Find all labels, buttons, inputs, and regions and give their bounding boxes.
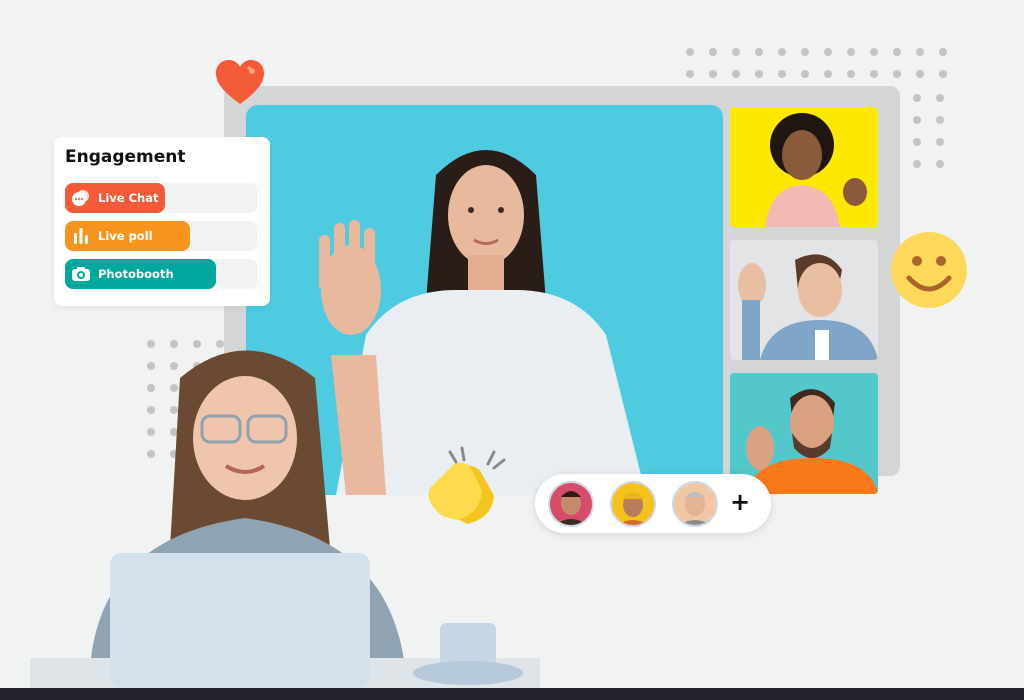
- decorative-dot: [755, 48, 763, 56]
- engagement-title: Engagement: [65, 147, 186, 167]
- smiley-icon: [891, 232, 967, 308]
- decorative-dot: [913, 116, 921, 124]
- decorative-dot: [893, 48, 901, 56]
- decorative-dot: [913, 160, 921, 168]
- live-poll-bar[interactable]: Live poll: [65, 221, 191, 251]
- engagement-item-live-poll[interactable]: Live poll: [65, 221, 258, 251]
- participant-1-figure: [765, 113, 867, 227]
- engagement-item-live-chat[interactable]: Live Chat: [65, 183, 258, 213]
- photobooth-label: Photobooth: [98, 267, 174, 281]
- decorative-dot: [936, 160, 944, 168]
- decorative-dot: [732, 48, 740, 56]
- decorative-dot: [936, 138, 944, 146]
- decorative-dot: [870, 48, 878, 56]
- decorative-dot: [847, 48, 855, 56]
- participant-tile-1[interactable]: [730, 107, 878, 227]
- engagement-item-photobooth[interactable]: Photobooth: [65, 259, 258, 289]
- heart-icon: [214, 58, 266, 106]
- engagement-card: Engagement Live Chat Live poll Photoboot…: [54, 137, 270, 306]
- decorative-dot: [939, 48, 947, 56]
- decorative-dot: [801, 48, 809, 56]
- decorative-dot: [778, 70, 786, 78]
- more-participants-button[interactable]: +: [730, 488, 750, 516]
- clapping-hands-icon: [422, 446, 512, 530]
- dot-grid-right: [913, 94, 959, 168]
- decorative-dot: [847, 70, 855, 78]
- decorative-dot: [824, 70, 832, 78]
- bottom-bar: [0, 688, 1024, 700]
- decorative-dot: [870, 70, 878, 78]
- participant-tile-2[interactable]: [730, 240, 878, 360]
- decorative-dot: [913, 94, 921, 102]
- decorative-dot: [939, 70, 947, 78]
- participant-avatar-1[interactable]: [548, 481, 594, 527]
- participants-bar: +: [535, 474, 771, 533]
- decorative-dot: [916, 48, 924, 56]
- bar-chart-icon: [71, 226, 91, 246]
- decorative-dot: [801, 70, 809, 78]
- decorative-dot: [893, 70, 901, 78]
- decorative-dot: [936, 116, 944, 124]
- decorative-dot: [916, 70, 924, 78]
- decorative-dot: [686, 70, 694, 78]
- camera-icon: [71, 264, 91, 284]
- participant-avatar-3[interactable]: [672, 481, 718, 527]
- live-poll-label: Live poll: [98, 229, 153, 243]
- decorative-dot: [732, 70, 740, 78]
- dot-grid-top: [686, 48, 962, 78]
- decorative-dot: [709, 70, 717, 78]
- photobooth-bar[interactable]: Photobooth: [65, 259, 216, 289]
- live-chat-label: Live Chat: [98, 191, 159, 205]
- decorative-dot: [686, 48, 694, 56]
- decorative-dot: [778, 48, 786, 56]
- decorative-dot: [936, 94, 944, 102]
- chat-bubbles-icon: [71, 188, 91, 208]
- decorative-dot: [709, 48, 717, 56]
- decorative-dot: [913, 138, 921, 146]
- live-chat-bar[interactable]: Live Chat: [65, 183, 166, 213]
- decorative-dot: [824, 48, 832, 56]
- decorative-dot: [755, 70, 763, 78]
- participant-2-figure: [738, 254, 878, 360]
- participant-avatar-2[interactable]: [610, 481, 656, 527]
